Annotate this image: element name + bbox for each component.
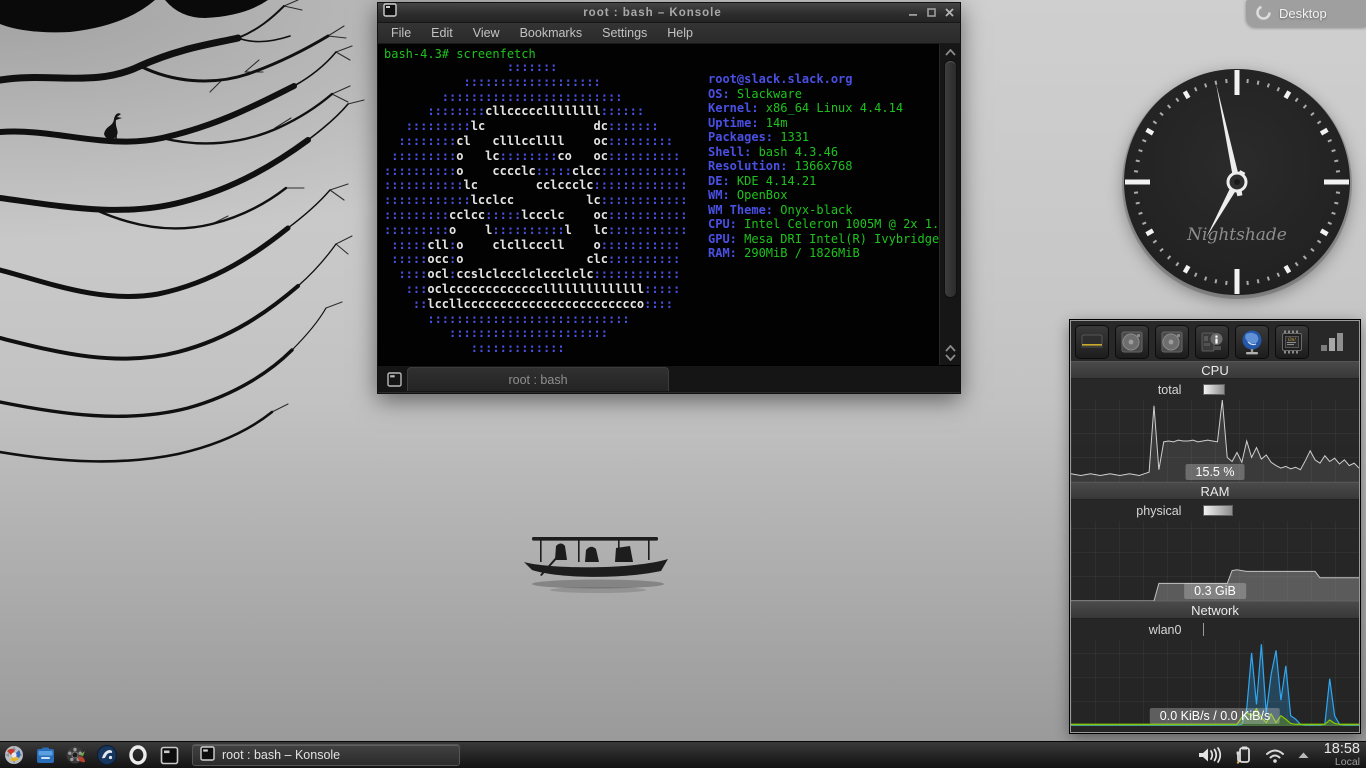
taskbar: root : bash – Konsole 18:58 Local bbox=[0, 741, 1366, 768]
cpu-chip-icon[interactable]: On! bbox=[1275, 324, 1309, 359]
menu-settings[interactable]: Settings bbox=[593, 24, 656, 42]
clock-time: 18:58 bbox=[1323, 740, 1360, 757]
file-manager-icon[interactable] bbox=[34, 744, 56, 766]
media-player-icon[interactable] bbox=[65, 744, 87, 766]
tree-silhouette bbox=[0, 0, 365, 463]
info-line: Uptime: 14m bbox=[708, 115, 788, 130]
close-button[interactable] bbox=[944, 7, 955, 18]
task-button-label: root : bash – Konsole bbox=[222, 748, 341, 762]
info-line: WM: OpenBox bbox=[708, 188, 788, 202]
bars-icon[interactable] bbox=[1315, 325, 1349, 359]
scroll-up-icon[interactable] bbox=[944, 49, 956, 56]
info-line: DE: KDE 4.14.21 bbox=[708, 173, 817, 188]
screenfetch-info: root@slack.slack.org OS: Slackware Kernel:… bbox=[708, 72, 946, 261]
wifi-icon[interactable] bbox=[1263, 747, 1287, 764]
network-globe-icon[interactable] bbox=[1235, 324, 1269, 359]
scrollbar-thumb[interactable] bbox=[943, 60, 957, 298]
konsole-window: root : bash – Konsole File Edit View Bookma… bbox=[377, 2, 961, 394]
info-line: Packages: 1331 bbox=[708, 130, 810, 144]
volume-icon[interactable] bbox=[1197, 746, 1223, 764]
shell-prompt: bash-4.3# screenfetch bbox=[384, 47, 536, 61]
konsole-icon[interactable] bbox=[158, 744, 180, 766]
terminal-scrollbar[interactable] bbox=[939, 44, 960, 365]
system-tray: 18:58 Local bbox=[1197, 740, 1366, 768]
boat-silhouette bbox=[524, 537, 668, 593]
harddisk-icon[interactable] bbox=[1115, 324, 1149, 359]
system-monitor-widget: On! CPU total 15.5 % RAM physical 0.3 Gi… bbox=[1069, 319, 1361, 734]
tab-label: root : bash bbox=[508, 372, 568, 387]
cpu-legend-swatch bbox=[1203, 384, 1226, 395]
info-line: WM Theme: Onyx-black bbox=[708, 202, 853, 217]
cpu-graph: 15.5 % bbox=[1071, 400, 1359, 482]
ram-graph: 0.3 GiB bbox=[1071, 521, 1359, 601]
cpu-row-label: total bbox=[1157, 382, 1182, 397]
ram-physical-row: physical bbox=[1071, 500, 1359, 521]
menu-edit[interactable]: Edit bbox=[422, 24, 462, 42]
scroll-up2-icon[interactable] bbox=[944, 345, 956, 352]
cpu-section-header[interactable]: CPU bbox=[1071, 361, 1359, 379]
plasma-cashew-icon bbox=[1256, 4, 1271, 23]
info-line: Shell: bash 4.3.46 bbox=[708, 144, 839, 159]
maximize-button[interactable] bbox=[926, 7, 937, 18]
amarok-icon[interactable] bbox=[96, 744, 118, 766]
harddisk2-icon[interactable] bbox=[1155, 324, 1189, 359]
toolbox-label: Desktop bbox=[1279, 6, 1327, 21]
tab-root-bash[interactable]: root : bash bbox=[407, 367, 669, 391]
info-line: root@slack.slack.org bbox=[708, 72, 853, 86]
clock-zone: Local bbox=[1334, 756, 1360, 768]
network-value: 0.0 KiB/s / 0.0 KiB/s bbox=[1149, 708, 1281, 724]
cpu-total-row: total bbox=[1071, 379, 1359, 400]
task-konsole-icon bbox=[200, 746, 215, 764]
ascii-art: ::::::: ::::::::::::::::::: ::::::::::::… bbox=[384, 60, 688, 356]
menu-view[interactable]: View bbox=[464, 24, 509, 42]
info-line: Kernel: x86_64 Linux 4.4.14 bbox=[708, 101, 904, 115]
ram-value: 0.3 GiB bbox=[1184, 583, 1246, 599]
konsole-tabbar: root : bash bbox=[378, 365, 960, 392]
info-line: GPU: Mesa DRI Intel(R) Ivybridge bbox=[708, 231, 940, 246]
menu-bookmarks[interactable]: Bookmarks bbox=[511, 24, 592, 42]
scroll-down-icon[interactable] bbox=[944, 354, 956, 361]
sysmon-icon-row: On! bbox=[1071, 321, 1359, 361]
info-line: CPU: Intel Celeron 1005M @ 2x 1.9 bbox=[708, 217, 947, 231]
taskbar-launchers bbox=[0, 744, 188, 766]
svg-text:On!: On! bbox=[1288, 337, 1296, 342]
menu-help[interactable]: Help bbox=[658, 24, 702, 42]
taskbar-clock[interactable]: 18:58 Local bbox=[1320, 740, 1360, 768]
new-tab-button[interactable] bbox=[383, 368, 405, 390]
network-wlan0-row: wlan0 bbox=[1071, 619, 1359, 640]
konsole-window-icon bbox=[383, 3, 397, 22]
network-graph: 0.0 KiB/s / 0.0 KiB/s bbox=[1071, 640, 1359, 726]
cpu-value: 15.5 % bbox=[1185, 464, 1245, 480]
clock-brand: Nightshade bbox=[1186, 225, 1287, 245]
desktop-toolbox[interactable]: Desktop bbox=[1246, 0, 1366, 27]
terminal-area[interactable]: bash-4.3# screenfetch ::::::: ::::::::::… bbox=[378, 44, 960, 365]
kde-menu-icon[interactable] bbox=[3, 744, 25, 766]
laptop-icon[interactable] bbox=[1075, 324, 1109, 359]
menu-file[interactable]: File bbox=[382, 24, 420, 42]
window-title: root : bash – Konsole bbox=[583, 6, 722, 19]
ram-row-label: physical bbox=[1136, 503, 1182, 518]
info-line: RAM: 290MiB / 1826MiB bbox=[708, 246, 860, 260]
taskbar-task-button[interactable]: root : bash – Konsole bbox=[192, 744, 460, 766]
network-legend-swatch bbox=[1203, 623, 1205, 636]
ram-legend-swatch bbox=[1203, 505, 1234, 516]
ram-section-header[interactable]: RAM bbox=[1071, 482, 1359, 500]
minimize-button[interactable] bbox=[908, 7, 919, 18]
info-line: Resolution: 1366x768 bbox=[708, 159, 853, 173]
info-line: OS: Slackware bbox=[708, 86, 802, 101]
motherboard-info-icon[interactable] bbox=[1195, 324, 1229, 359]
tray-expand-icon[interactable] bbox=[1297, 751, 1310, 759]
konsole-menubar: File Edit View Bookmarks Settings Help bbox=[378, 23, 960, 44]
network-section-header[interactable]: Network bbox=[1071, 601, 1359, 619]
opera-icon[interactable] bbox=[127, 744, 149, 766]
clock-widget[interactable]: Nightshade bbox=[1119, 64, 1355, 304]
network-row-label: wlan0 bbox=[1148, 622, 1182, 637]
device-notifier-icon[interactable] bbox=[1233, 745, 1253, 765]
konsole-titlebar[interactable]: root : bash – Konsole bbox=[378, 3, 960, 23]
screen: Desktop root : bash – Konsole File Edit Vi… bbox=[0, 0, 1366, 768]
